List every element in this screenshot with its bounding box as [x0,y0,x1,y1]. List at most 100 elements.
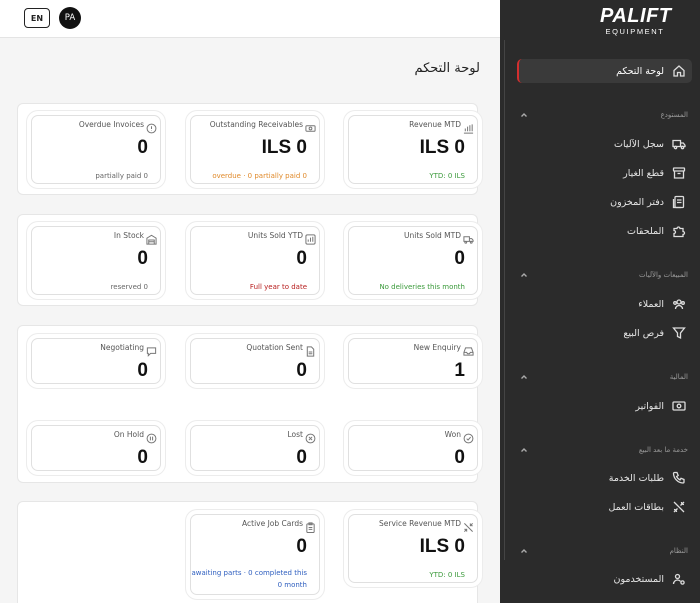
truck-icon [463,230,474,244]
language-toggle-button[interactable]: EN [24,8,50,28]
card-title: New Enquiry [413,343,461,352]
section-label: المستودع [660,111,688,119]
sidebar-item-service-requests[interactable]: طلبات الخدمة [517,466,692,490]
won-card[interactable]: Won 0 [348,425,478,471]
card-subtext: No deliveries this month [379,283,465,291]
sidebar-item-label: المستخدمون [613,573,664,585]
revenue-mtd-card[interactable]: Revenue MTD ILS 0 YTD: 0 ILS [348,115,478,184]
top-bar: EN PA [0,0,500,38]
sidebar-item-opportunities[interactable]: فرص البيع [517,321,692,345]
negotiating-card[interactable]: Negotiating 0 [31,338,161,384]
sidebar-item-invoices[interactable]: الفواتير [517,394,692,418]
sidebar-divider [504,40,505,560]
banknote-icon [305,119,316,132]
chevron-up-icon [520,373,528,381]
pause-circle-icon [146,429,157,444]
document-icon [305,342,316,357]
alert-circle-icon [146,119,157,134]
outstanding-receivables-card[interactable]: Outstanding Receivables ILS 0 overdue · … [190,115,320,184]
sidebar-item-users[interactable]: المستخدمون [517,567,692,591]
card-value: 0 [137,137,148,158]
page-title: لوحة التحكم [414,61,480,76]
ledger-icon [672,195,685,209]
chart-box-icon [305,230,316,245]
chevron-up-icon [520,446,528,454]
on-hold-card[interactable]: On Hold 0 [31,425,161,471]
warehouse-icon [146,230,157,245]
sidebar-item-label: فرص البيع [623,327,664,339]
sidebar-item-inventory[interactable]: دفتر المخزون [517,190,692,214]
card-subtext: Full year to date [249,283,307,291]
units-sold-ytd-card[interactable]: Units Sold YTD 0 Full year to date [190,226,320,295]
section-sales[interactable]: المبيعات والآليات [520,268,688,282]
section-label: النظام [669,547,688,555]
truck-icon [672,139,686,150]
home-icon [673,65,685,77]
sidebar-item-dashboard[interactable]: لوحة التحكم [517,59,692,83]
users-icon [673,299,685,310]
overdue-invoices-card[interactable]: Overdue Invoices 0 partially paid 0 [31,115,161,184]
sidebar-item-label: طلبات الخدمة [608,472,664,484]
sidebar-item-customers[interactable]: العملاء [517,292,692,316]
inbox-icon [463,342,474,356]
funnel-icon [672,327,686,340]
card-title: Lost [287,430,303,439]
sidebar-item-job-cards[interactable]: بطاقات العمل [517,495,692,519]
card-value: 1 [454,360,465,381]
user-avatar[interactable]: PA [59,7,81,29]
chevron-up-icon [520,111,528,119]
x-circle-icon [305,429,316,444]
clipboard-icon [305,518,316,534]
chevron-up-icon [520,271,528,279]
card-title: Negotiating [100,343,144,352]
card-value: 0 [454,248,465,269]
tools-icon [673,501,685,513]
service-revenue-mtd-card[interactable]: Service Revenue MTD ILS 0 YTD: 0 ILS [348,514,478,583]
phone-icon [672,471,685,484]
quotation-sent-card[interactable]: Quotation Sent 0 [190,338,320,384]
section-after-sales[interactable]: خدمة ما بعد البيع [520,443,688,457]
tools-icon [463,518,474,532]
in-stock-card[interactable]: In Stock 0 reserved 0 [31,226,161,295]
card-subtext: reserved 0 [110,283,148,291]
card-title: Revenue MTD [409,120,461,129]
card-title: Overdue Invoices [78,120,144,129]
card-value: ILS 0 [419,536,465,557]
card-value: 0 [137,360,148,381]
card-subtext: partially paid 0 [95,172,148,180]
sidebar-item-label: قطع الغيار [623,167,664,179]
card-value: ILS 0 [419,137,465,158]
active-job-cards-card[interactable]: Active Job Cards 0 awaiting parts · 0 co… [190,514,320,595]
card-title: In Stock [113,231,144,240]
banknote-icon [672,401,686,411]
section-finance[interactable]: المالية [520,370,688,384]
card-value: 0 [296,536,307,557]
new-enquiry-card[interactable]: New Enquiry 1 [348,338,478,384]
card-subtext: awaiting parts · 0 completed this 0 mont… [191,569,307,589]
sidebar-item-machines[interactable]: سجل الآليات [517,132,692,156]
section-system[interactable]: النظام [520,544,688,558]
card-subtext: YTD: 0 ILS [429,172,465,180]
lost-card[interactable]: Lost 0 [190,425,320,471]
card-value: ILS 0 [261,137,307,158]
card-title: Won [444,430,461,439]
sidebar-item-label: الملحقات [627,225,664,237]
card-value: 0 [296,248,307,269]
section-label: خدمة ما بعد البيع [638,446,688,454]
section-warehouse[interactable]: المستودع [520,108,688,122]
card-title: Service Revenue MTD [379,519,461,528]
card-title: Outstanding Receivables [209,120,303,129]
card-subtext: YTD: 0 ILS [429,571,465,579]
card-value: 0 [137,248,148,269]
section-label: المالية [669,373,688,381]
sidebar-item-parts[interactable]: قطع الغيار [517,161,692,185]
card-title: Units Sold YTD [247,231,303,240]
archive-box-icon [672,167,686,179]
sidebar: PALIFT EQUIPMENT لوحة التحكم المستودع سج… [500,0,700,603]
sidebar-item-attachments[interactable]: الملحقات [517,219,692,243]
card-subtext: overdue · 0 partially paid 0 [212,172,307,180]
card-title: Quotation Sent [246,343,303,352]
units-sold-mtd-card[interactable]: Units Sold MTD 0 No deliveries this mont… [348,226,478,295]
sidebar-item-label: العملاء [638,298,664,310]
chat-bubble-icon [146,342,157,357]
